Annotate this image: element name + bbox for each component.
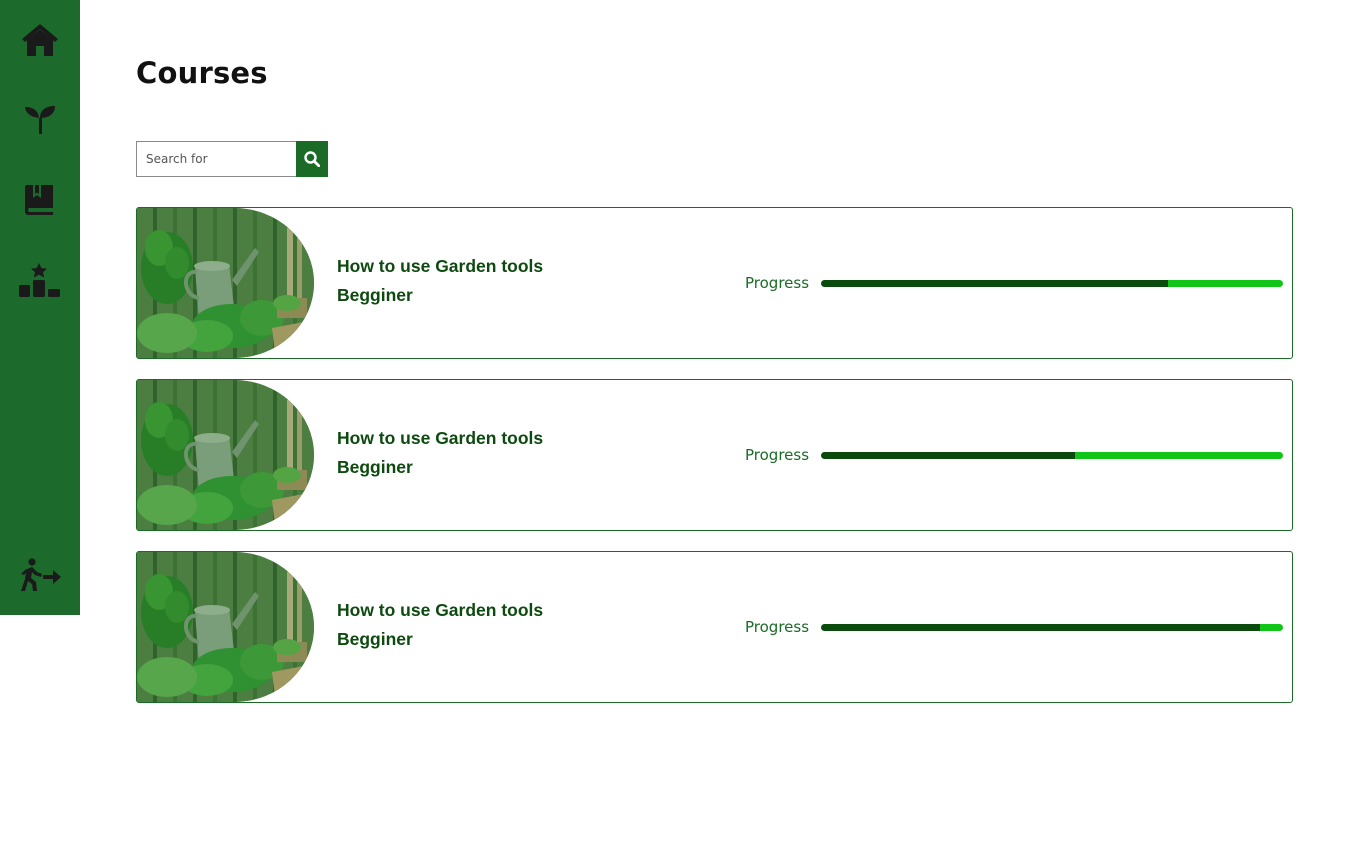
progress-fill xyxy=(821,280,1168,287)
course-level: Begginer xyxy=(337,285,413,305)
progress-bar xyxy=(821,452,1283,459)
course-level: Begginer xyxy=(337,629,413,649)
page-title: Courses xyxy=(136,56,268,90)
progress-fill xyxy=(821,624,1260,631)
exit-running-icon xyxy=(21,558,61,591)
sidebar xyxy=(0,0,80,615)
course-list: How to use Garden tools Begginer Progres… xyxy=(136,207,1293,723)
progress-fill xyxy=(821,452,1076,459)
search-button[interactable] xyxy=(296,141,328,177)
progress-bar xyxy=(821,624,1283,631)
course-title-name: How to use Garden tools xyxy=(337,600,544,620)
progress-label: Progress xyxy=(745,618,810,636)
course-title: How to use Garden tools Begginer xyxy=(337,596,597,654)
course-card[interactable]: How to use Garden tools Begginer Progres… xyxy=(136,551,1293,703)
ranking-podium-icon xyxy=(19,263,60,297)
sidebar-item-ranking[interactable] xyxy=(0,250,80,310)
logout-button[interactable] xyxy=(0,545,80,605)
sidebar-item-home[interactable] xyxy=(0,10,80,70)
book-bookmark-icon xyxy=(25,185,53,215)
course-title: How to use Garden tools Begginer xyxy=(337,252,597,310)
course-card[interactable]: How to use Garden tools Begginer Progres… xyxy=(136,207,1293,359)
course-title-name: How to use Garden tools xyxy=(337,256,544,276)
sidebar-item-plants[interactable] xyxy=(0,90,80,150)
seedling-icon xyxy=(25,105,55,134)
search-input[interactable] xyxy=(136,141,296,177)
progress-label: Progress xyxy=(745,274,810,292)
search-icon xyxy=(304,151,320,167)
home-icon xyxy=(22,24,58,56)
course-level: Begginer xyxy=(337,457,413,477)
course-thumbnail xyxy=(137,552,314,702)
course-thumbnail xyxy=(137,208,314,358)
progress-bar xyxy=(821,280,1283,287)
course-title: How to use Garden tools Begginer xyxy=(337,424,597,482)
sidebar-item-courses[interactable] xyxy=(0,170,80,230)
course-card[interactable]: How to use Garden tools Begginer Progres… xyxy=(136,379,1293,531)
course-thumbnail xyxy=(137,380,314,530)
search-bar xyxy=(136,141,328,177)
progress-label: Progress xyxy=(745,446,810,464)
course-title-name: How to use Garden tools xyxy=(337,428,544,448)
